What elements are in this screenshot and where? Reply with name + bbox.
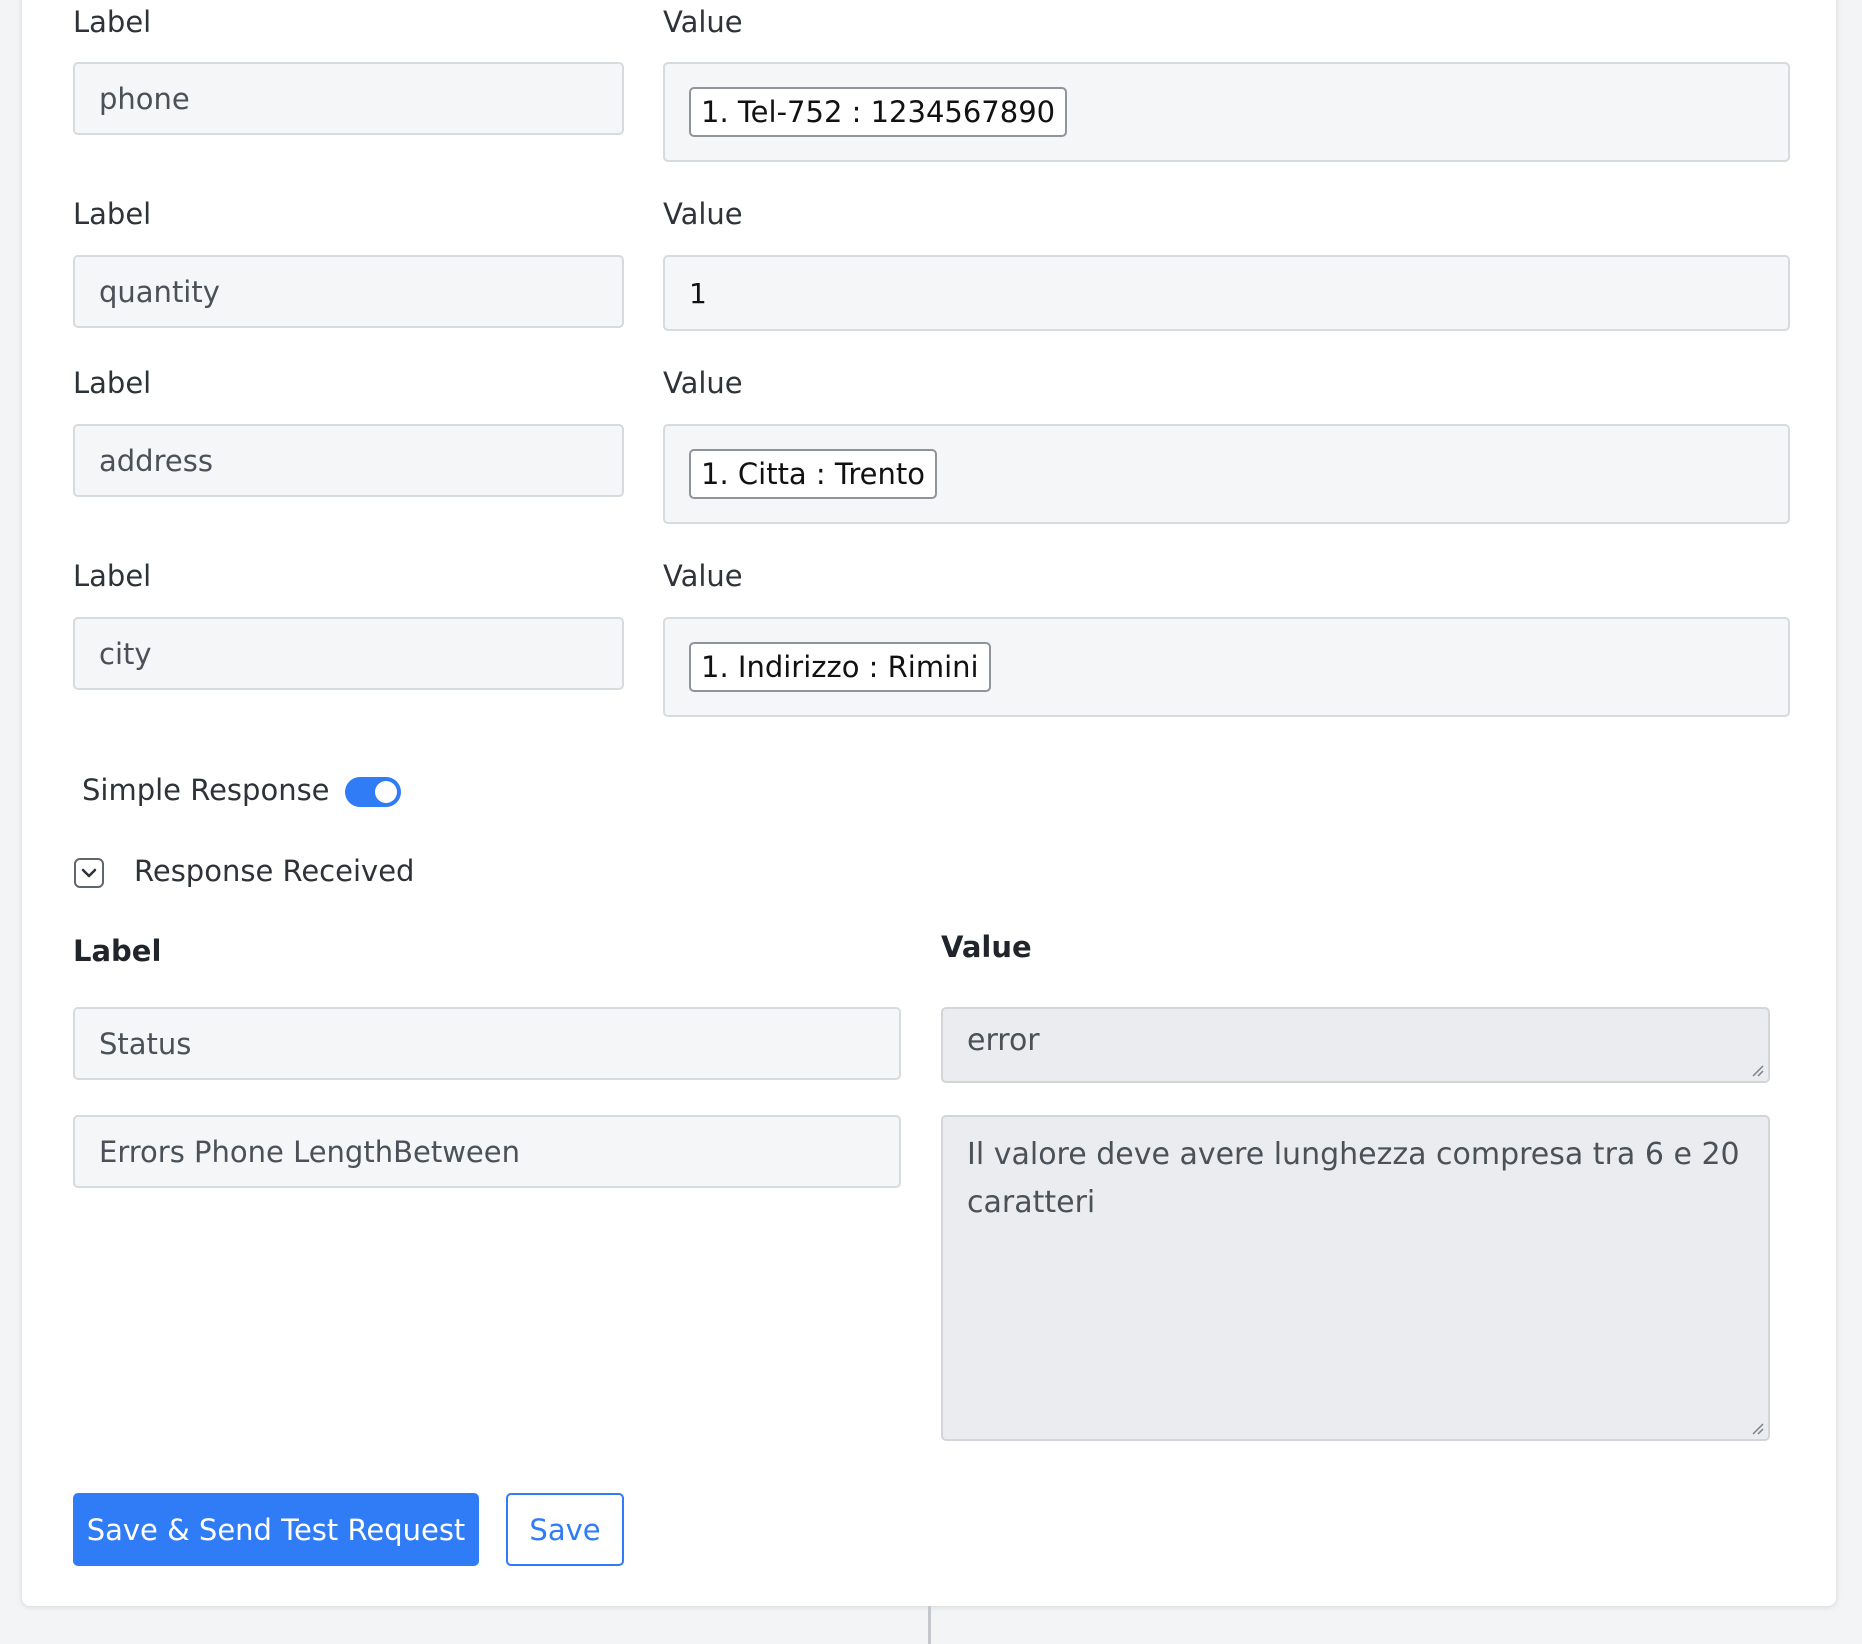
resize-handle-icon[interactable]	[1750, 1063, 1764, 1077]
column-divider	[928, 1606, 931, 1644]
response-value-textarea[interactable]: error	[941, 1007, 1770, 1083]
mapping-value-field[interactable]: 1. Citta : Trento	[663, 424, 1790, 524]
response-value-heading: Value	[941, 930, 1032, 964]
simple-response-label: Simple Response	[82, 773, 330, 807]
response-value-text: Il valore deve avere lunghezza compresa …	[967, 1137, 1740, 1220]
mapping-label-input[interactable]: city	[73, 617, 624, 690]
response-label-text: Status	[99, 1026, 192, 1061]
chevron-down-icon	[81, 868, 97, 878]
response-value-textarea[interactable]: Il valore deve avere lunghezza compresa …	[941, 1115, 1770, 1441]
mapping-label-text: quantity	[99, 274, 220, 309]
response-label-heading: Label	[73, 934, 162, 968]
response-label-input[interactable]: Errors Phone LengthBetween	[73, 1115, 901, 1188]
mapping-label-text: address	[99, 443, 213, 478]
value-token-chip[interactable]: 1. Citta : Trento	[689, 448, 937, 500]
response-label-text: Errors Phone LengthBetween	[99, 1134, 520, 1169]
mapping-value-heading: Value	[663, 5, 743, 39]
mapping-value-heading: Value	[663, 559, 743, 593]
save-and-send-test-request-button[interactable]: Save & Send Test Request	[73, 1493, 479, 1566]
mapping-label-heading: Label	[73, 5, 152, 39]
mapping-value-field[interactable]: 1. Indirizzo : Rimini	[663, 617, 1790, 717]
response-received-label: Response Received	[134, 854, 415, 888]
simple-response-toggle[interactable]	[345, 777, 401, 807]
mapping-label-input[interactable]: quantity	[73, 255, 624, 328]
toggle-knob	[375, 781, 397, 803]
mapping-value-text: 1	[689, 276, 707, 310]
mapping-label-heading: Label	[73, 559, 152, 593]
mapping-value-field[interactable]: 1. Tel-752 : 1234567890	[663, 62, 1790, 162]
response-label-input[interactable]: Status	[73, 1007, 901, 1080]
mapping-value-heading: Value	[663, 197, 743, 231]
mapping-label-text: city	[99, 636, 152, 671]
mapping-label-heading: Label	[73, 197, 152, 231]
response-received-collapse-toggle[interactable]	[74, 858, 104, 888]
value-token-chip[interactable]: 1. Tel-752 : 1234567890	[689, 86, 1068, 138]
save-button[interactable]: Save	[506, 1493, 624, 1566]
mapping-label-input[interactable]: phone	[73, 62, 624, 135]
response-value-text: error	[967, 1023, 1040, 1058]
mapping-label-input[interactable]: address	[73, 424, 624, 497]
mapping-value-field[interactable]: 1	[663, 255, 1790, 331]
resize-handle-icon[interactable]	[1750, 1421, 1764, 1435]
mapping-label-heading: Label	[73, 366, 152, 400]
value-token-chip[interactable]: 1. Indirizzo : Rimini	[689, 641, 991, 693]
mapping-value-heading: Value	[663, 366, 743, 400]
mapping-label-text: phone	[99, 81, 190, 116]
